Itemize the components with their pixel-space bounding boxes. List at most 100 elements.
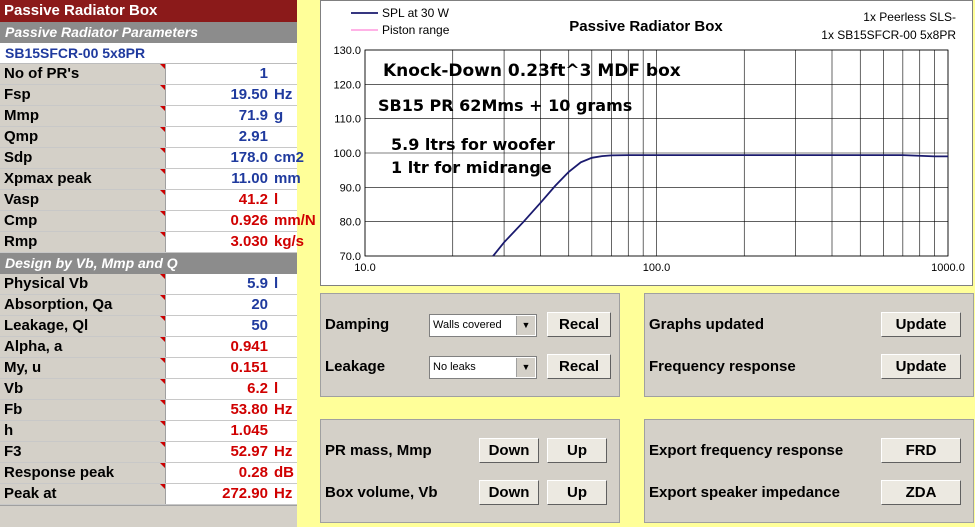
chart-svg: 70.080.090.0100.0110.0120.0130.010.0 100.… bbox=[333, 6, 965, 274]
param-value: 0.941 bbox=[230, 338, 268, 355]
param-value: 41.2 bbox=[238, 191, 268, 208]
param-unit: cm2 bbox=[274, 149, 305, 166]
param-row: F3 52.97 Hz bbox=[0, 442, 297, 463]
param-value: 0.28 bbox=[238, 464, 268, 481]
param-unit: Hz bbox=[274, 443, 293, 460]
param-value: 3.030 bbox=[230, 233, 268, 250]
y-tick-label: 100.0 bbox=[333, 148, 361, 160]
param-label: No of PR's bbox=[0, 64, 166, 84]
chart-annotation: SB15 PR 62Mms + 10 grams bbox=[378, 96, 632, 115]
param-value[interactable]: 71.9 bbox=[166, 106, 270, 126]
param-value[interactable]: 19.50 bbox=[166, 85, 270, 105]
param-label: Mmp bbox=[0, 106, 166, 126]
param-row: h 1.045 bbox=[0, 421, 297, 442]
param-label: Xpmax peak bbox=[0, 169, 166, 189]
export-frd-button[interactable]: FRD bbox=[881, 438, 961, 463]
param-unit: l bbox=[274, 380, 279, 397]
param-row: Physical Vb 5.9 l bbox=[0, 274, 297, 295]
damping-recal-button[interactable]: Recal bbox=[547, 312, 611, 337]
driver-model[interactable]: SB15SFCR-00 5x8PR bbox=[0, 43, 297, 64]
comment-marker-icon bbox=[160, 358, 165, 363]
comment-marker-icon bbox=[160, 232, 165, 237]
panel-footer bbox=[0, 505, 297, 527]
param-label: Alpha, a bbox=[0, 337, 166, 357]
param-value[interactable]: 178.0 bbox=[166, 148, 270, 168]
section-header-design: Design by Vb, Mmp and Q bbox=[0, 253, 297, 274]
param-label: F3 bbox=[0, 442, 166, 462]
box-volume-label: Box volume, Vb bbox=[325, 484, 438, 501]
param-row: Response peak 0.28 dB bbox=[0, 463, 297, 484]
comment-marker-icon bbox=[160, 337, 165, 342]
comment-marker-icon bbox=[160, 127, 165, 132]
param-value[interactable]: 5.9 bbox=[166, 274, 270, 294]
graphs-update-button[interactable]: Update bbox=[881, 312, 961, 337]
chart-subtitle: 1x SB15SFCR-00 5x8PR bbox=[821, 28, 956, 42]
param-value: 0.926 bbox=[230, 212, 268, 229]
param-unit: dB bbox=[274, 464, 294, 481]
param-row: Rmp 3.030 kg/s bbox=[0, 232, 304, 253]
leakage-label: Leakage bbox=[325, 358, 386, 375]
export-zda-button[interactable]: ZDA bbox=[881, 480, 961, 505]
adjust-panel: PR mass, Mmp Down Up Box volume, Vb Down… bbox=[320, 419, 620, 523]
param-label: Leakage, Ql bbox=[0, 316, 166, 336]
comment-marker-icon bbox=[160, 442, 165, 447]
x-tick-label: 1000.0 bbox=[931, 262, 965, 274]
param-value[interactable]: 50 bbox=[166, 316, 270, 336]
chart-subtitle: 1x Peerless SLS- bbox=[863, 10, 956, 24]
comment-marker-icon bbox=[160, 400, 165, 405]
param-unit: Hz bbox=[274, 86, 293, 103]
chevron-down-icon[interactable]: ▼ bbox=[516, 358, 535, 377]
comment-marker-icon bbox=[160, 379, 165, 384]
param-label: Vasp bbox=[0, 190, 166, 210]
y-tick-label: 90.0 bbox=[340, 182, 361, 194]
damping-select[interactable]: Walls covered ▼ bbox=[429, 314, 537, 337]
x-tick-label: 100.0 bbox=[643, 262, 671, 274]
frequency-response-chart: 70.0 80.0 90.0 100.0 110.0 120.0 130.0 10.0 100.… bbox=[320, 0, 973, 286]
comment-marker-icon bbox=[160, 64, 165, 69]
param-value[interactable]: 11.00 bbox=[166, 169, 270, 189]
comment-marker-icon bbox=[160, 484, 165, 489]
param-label: Peak at bbox=[0, 484, 166, 504]
param-row: Xpmax peak 11.00 mm bbox=[0, 169, 301, 190]
spl-series-line bbox=[492, 154, 948, 257]
comment-marker-icon bbox=[160, 190, 165, 195]
param-value: 53.80 bbox=[230, 401, 268, 418]
section-header-parameters: Passive Radiator Parameters bbox=[0, 22, 297, 43]
box-volume-up-button[interactable]: Up bbox=[547, 480, 607, 505]
export-impedance-label: Export speaker impedance bbox=[649, 484, 840, 501]
param-row: Absorption, Qa 20 bbox=[0, 295, 297, 316]
leakage-recal-button[interactable]: Recal bbox=[547, 354, 611, 379]
param-row: Alpha, a 0.941 bbox=[0, 337, 297, 358]
legend-entry: SPL at 30 W bbox=[382, 6, 450, 20]
param-unit: l bbox=[274, 275, 279, 292]
param-label: Fsp bbox=[0, 85, 166, 105]
comment-marker-icon bbox=[160, 211, 165, 216]
param-row: No of PR's 1 bbox=[0, 64, 297, 85]
comment-marker-icon bbox=[160, 106, 165, 111]
export-fr-label: Export frequency response bbox=[649, 442, 844, 459]
param-unit: Hz bbox=[274, 401, 293, 418]
param-value: 52.97 bbox=[230, 443, 268, 460]
param-row: Leakage, Ql 50 bbox=[0, 316, 297, 337]
param-label: Fb bbox=[0, 400, 166, 420]
param-value[interactable]: 20 bbox=[166, 295, 270, 315]
y-tick-label: 80.0 bbox=[340, 217, 361, 229]
pr-mass-down-button[interactable]: Down bbox=[479, 438, 539, 463]
frequency-update-button[interactable]: Update bbox=[881, 354, 961, 379]
leakage-select[interactable]: No leaks ▼ bbox=[429, 356, 537, 379]
chevron-down-icon[interactable]: ▼ bbox=[516, 316, 535, 335]
param-label: Qmp bbox=[0, 127, 166, 147]
comment-marker-icon bbox=[160, 169, 165, 174]
tuning-panel: Damping Walls covered ▼ Recal Leakage No… bbox=[320, 293, 620, 397]
param-value[interactable]: 1 bbox=[166, 64, 270, 84]
pr-mass-up-button[interactable]: Up bbox=[547, 438, 607, 463]
comment-marker-icon bbox=[160, 421, 165, 426]
chart-annotation: 1 ltr for midrange bbox=[391, 158, 552, 177]
leakage-value: No leaks bbox=[433, 361, 476, 373]
damping-value: Walls covered bbox=[433, 319, 502, 331]
param-unit: l bbox=[274, 191, 279, 208]
panel-title: Passive Radiator Box bbox=[0, 0, 297, 22]
box-volume-down-button[interactable]: Down bbox=[479, 480, 539, 505]
param-row: Qmp 2.91 bbox=[0, 127, 297, 148]
param-value[interactable]: 2.91 bbox=[166, 127, 270, 147]
